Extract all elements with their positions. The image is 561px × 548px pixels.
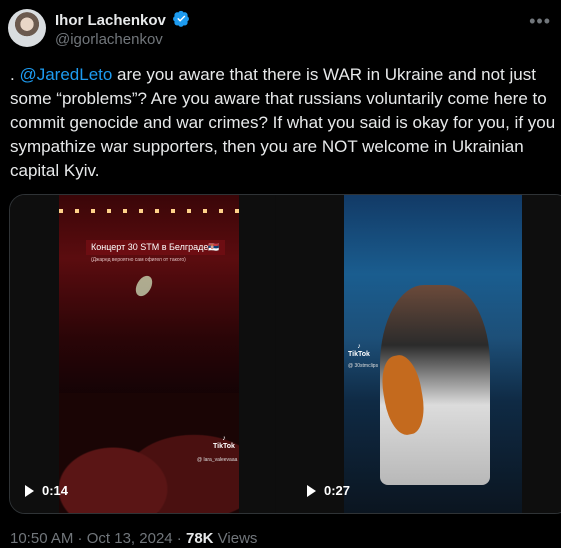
video-1[interactable]: Концерт 30 STM в Белграде🇷🇸 (Джаред веро…	[10, 195, 275, 513]
meta-separator: ·	[73, 530, 87, 547]
crowd	[59, 393, 239, 513]
verified-badge-icon	[173, 10, 189, 27]
video-2-duration: 0:27	[324, 483, 351, 498]
tiktok-icon: ♪ TikTok	[348, 343, 370, 358]
author-name-text[interactable]: Ihor Lachenkov	[55, 12, 166, 29]
video-1-overlay-title: Концерт 30 STM в Белграде🇷🇸	[86, 240, 225, 255]
stage-lights	[59, 209, 239, 213]
author-name[interactable]: Ihor Lachenkov	[55, 10, 190, 29]
tweet-date[interactable]: Oct 13, 2024	[87, 530, 173, 547]
author-handle[interactable]: @igorlachenkov	[55, 31, 163, 48]
media-grid: Концерт 30 STM в Белграде🇷🇸 (Джаред веро…	[9, 194, 561, 514]
views-count: 78K	[185, 530, 214, 547]
spotlight	[132, 272, 156, 300]
tweet-text: . @JaredLeto are you aware that there is…	[10, 63, 561, 183]
video-2[interactable]: ♪ TikTok @ 30stmclips 0:27	[276, 195, 561, 513]
play-icon	[25, 484, 34, 497]
tiktok-handle: @ lara_valeevaaa	[197, 457, 238, 463]
tiktok-label: TikTok	[213, 443, 235, 450]
tweet-header: Ihor Lachenkov @igorlachenkov •••	[8, 7, 553, 49]
meta-separator-2: ·	[172, 530, 186, 547]
tweet-time[interactable]: 10:50 AM	[10, 530, 73, 547]
mention-link[interactable]: @JaredLeto	[19, 65, 112, 84]
video-1-play[interactable]: 0:14	[25, 483, 68, 498]
play-icon	[307, 484, 316, 497]
tiktok-icon: ♪ TikTok	[213, 435, 235, 450]
avatar[interactable]	[8, 9, 46, 47]
video-1-frame: Концерт 30 STM в Белграде🇷🇸 (Джаред веро…	[59, 195, 239, 513]
video-2-play[interactable]: 0:27	[307, 483, 350, 498]
tiktok-label: TikTok	[348, 351, 370, 358]
video-2-frame: ♪ TikTok @ 30stmclips	[344, 195, 522, 513]
video-1-overlay-subtitle: (Джаред вероятно сам офигел от такого)	[91, 257, 186, 263]
views-label: Views	[213, 530, 258, 547]
tiktok-handle: @ 30stmclips	[348, 363, 379, 369]
more-icon[interactable]: •••	[529, 11, 551, 32]
tweet-meta: 10:50 AM · Oct 13, 2024 · 78K Views	[10, 530, 257, 547]
video-1-duration: 0:14	[42, 483, 69, 498]
